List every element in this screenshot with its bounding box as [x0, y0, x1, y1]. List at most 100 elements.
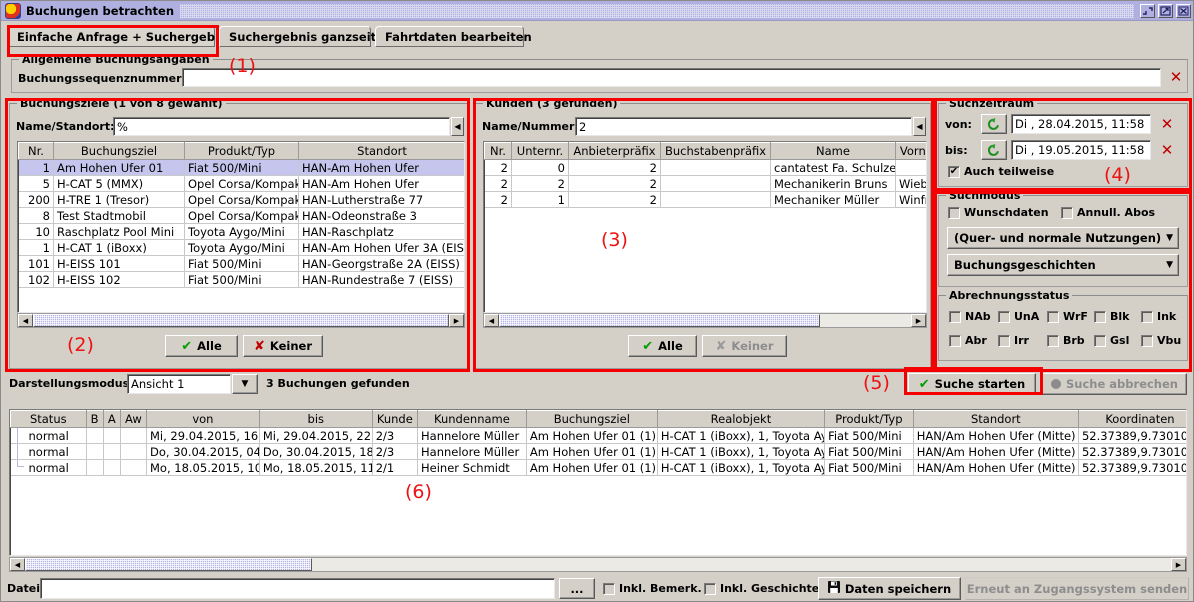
seq-number-input[interactable]	[182, 68, 1161, 87]
save-data-button[interactable]: Daten speichern	[818, 577, 961, 600]
table-row[interactable]: 2 2 2 Mechanikerin Bruns Wiebke	[484, 175, 926, 192]
table-row[interactable]: 101 H-EISS 101 Fiat 500/Mini HAN-Georgst…	[18, 255, 464, 272]
scroll-right-icon[interactable]: ▶	[911, 314, 926, 327]
period-partial-checkbox[interactable]: ✔ Auch teilweise	[948, 165, 1054, 178]
scroll-left-icon[interactable]: ◀	[10, 558, 25, 571]
table-row[interactable]: normal Mo, 18.05.2015, 10:00 Mo, 18.05.2…	[10, 459, 1186, 476]
th-produkt-typ[interactable]: Produkt/Typ	[824, 410, 914, 428]
table-row[interactable]: 2 1 2 Mechaniker Müller Winfried	[484, 191, 926, 208]
scroll-right-icon[interactable]: ▶	[1171, 558, 1186, 571]
close-icon[interactable]	[1176, 3, 1191, 18]
th-buchungsziel[interactable]: Buchungsziel	[525, 410, 658, 428]
minimize-icon[interactable]	[1140, 3, 1155, 18]
maximize-icon[interactable]	[1158, 3, 1173, 18]
th-vorname[interactable]: Vorname	[895, 142, 926, 160]
resend-access-system-button[interactable]: Erneut an Zugangssystem senden	[965, 577, 1189, 600]
th-von[interactable]: von	[146, 410, 260, 428]
clear-x-icon[interactable]: ✕	[1155, 114, 1179, 134]
th-standort[interactable]: Standort	[912, 410, 1079, 428]
tab-suchergebnis-ganzseitig[interactable]: Suchergebnis ganzseitig	[219, 26, 388, 47]
billing-checkbox-brb[interactable]: Brb	[1047, 334, 1085, 347]
th-realobjekt[interactable]: Realobjekt	[656, 410, 826, 428]
refresh-green-arrow-icon[interactable]	[981, 140, 1007, 160]
billing-checkbox-wrf[interactable]: WrF	[1047, 310, 1088, 323]
scroll-track[interactable]	[499, 314, 911, 327]
scroll-thumb[interactable]	[33, 314, 449, 327]
table-row[interactable]: normal Do, 30.04.2015, 04:00 Do, 30.04.2…	[10, 443, 1186, 460]
customers-filter-input[interactable]: 2	[575, 117, 912, 136]
targets-select-all-button[interactable]: ✔ Alle	[165, 335, 238, 357]
scroll-track[interactable]	[33, 314, 449, 327]
scroll-thumb[interactable]	[499, 314, 821, 327]
table-row[interactable]: 10 Raschplatz Pool Mini Toyota Aygo/Mini…	[18, 223, 464, 240]
period-to-input[interactable]: Di , 19.05.2015, 11:58	[1011, 140, 1151, 160]
period-from-input[interactable]: Di , 28.04.2015, 11:58	[1011, 114, 1151, 134]
chevron-down-icon[interactable]: ▼	[232, 374, 258, 394]
billing-checkbox-irr[interactable]: Irr	[998, 334, 1029, 347]
table-row[interactable]: 2 0 2 cantatest Fa. Schulze	[484, 159, 926, 176]
table-row[interactable]: 102 H-EISS 102 Fiat 500/Mini HAN-Rundest…	[18, 271, 464, 288]
targets-filter-label: Name/Standort:	[16, 120, 115, 133]
table-row[interactable]: 5 H-CAT 5 (MMX) Opel Corsa/Kompakt HAN-A…	[18, 175, 464, 192]
clear-x-icon[interactable]: ✕	[1167, 67, 1185, 87]
th-standort[interactable]: Standort	[298, 142, 464, 160]
th-kunde[interactable]: Kunde	[371, 410, 419, 428]
collapse-left-icon[interactable]: ◀	[913, 117, 926, 136]
th-anbieterpraefix[interactable]: Anbieterpräfix	[568, 142, 661, 160]
th-aw[interactable]: Aw	[119, 410, 148, 428]
table-row[interactable]: 1 Am Hohen Ufer 01 Fiat 500/Mini HAN-Am …	[18, 159, 464, 176]
history-type-select[interactable]: Buchungsgeschichten ▼	[947, 254, 1179, 276]
th-b[interactable]: B	[85, 410, 104, 428]
th-koordinaten[interactable]: Koordinaten	[1077, 410, 1186, 428]
scroll-right-icon[interactable]: ▶	[449, 314, 464, 327]
th-unternr[interactable]: Unternr.	[511, 142, 569, 160]
table-row[interactable]: 200 H-TRE 1 (Tresor) Opel Corsa/Kompakt …	[18, 191, 464, 208]
include-histories-checkbox[interactable]: Inkl. Geschichten	[704, 582, 827, 595]
th-kundenname[interactable]: Kundenname	[417, 410, 527, 428]
cancel-search-button[interactable]: Suche abbrechen	[1042, 373, 1187, 395]
th-bis[interactable]: bis	[258, 410, 373, 428]
th-produkt-typ[interactable]: Produkt/Typ	[184, 142, 299, 160]
tab-fahrtdaten-bearbeiten[interactable]: Fahrtdaten bearbeiten	[375, 26, 532, 47]
billing-checkbox-abr[interactable]: Abr	[949, 334, 987, 347]
include-remarks-checkbox[interactable]: Inkl. Bemerk.	[603, 582, 702, 595]
scroll-track[interactable]	[25, 558, 1171, 571]
scroll-thumb[interactable]	[25, 558, 312, 571]
table-row[interactable]: 1 H-CAT 1 (iBoxx) Toyota Aygo/Mini HAN-A…	[18, 239, 464, 256]
billing-checkbox-blk[interactable]: Blk	[1094, 310, 1129, 323]
billing-checkbox-vbu[interactable]: Vbu	[1141, 334, 1181, 347]
th-buchstabenpraefix[interactable]: Buchstabenpräfix	[660, 142, 771, 160]
view-mode-input[interactable]: Ansicht 1	[127, 374, 231, 394]
customers-hscrollbar[interactable]: ◀ ▶	[483, 313, 927, 328]
refresh-green-arrow-icon[interactable]	[981, 114, 1007, 134]
targets-filter-input[interactable]: %	[113, 117, 450, 136]
scroll-left-icon[interactable]: ◀	[18, 314, 33, 327]
wunschdaten-checkbox[interactable]: Wunschdaten	[948, 206, 1049, 219]
th-name[interactable]: Name	[770, 142, 896, 160]
scroll-left-icon[interactable]: ◀	[484, 314, 499, 327]
annull-abos-checkbox[interactable]: Annull. Abos	[1061, 206, 1155, 219]
table-row[interactable]: normal Mi, 29.04.2015, 16:30 Mi, 29.04.2…	[10, 427, 1186, 444]
th-nr[interactable]: Nr.	[484, 142, 512, 160]
th-nr[interactable]: Nr.	[18, 142, 54, 160]
table-row[interactable]: 8 Test Stadtmobil Opel Corsa/Kompakt HAN…	[18, 207, 464, 224]
customers-select-none-button[interactable]: ✘ Keiner	[702, 335, 787, 357]
th-buchungsziel[interactable]: Buchungsziel	[53, 142, 185, 160]
usage-type-select[interactable]: (Quer- und normale Nutzungen) ▼	[947, 227, 1179, 249]
billing-checkbox-una[interactable]: UnA	[998, 310, 1039, 323]
billing-checkbox-gsl[interactable]: Gsl	[1094, 334, 1129, 347]
targets-select-none-button[interactable]: ✘ Keiner	[243, 335, 323, 357]
start-search-button[interactable]: ✔ Suche starten	[908, 373, 1036, 395]
th-a[interactable]: A	[102, 410, 121, 428]
targets-hscrollbar[interactable]: ◀ ▶	[17, 313, 465, 328]
collapse-left-icon[interactable]: ◀	[451, 117, 464, 136]
billing-checkbox-ink[interactable]: Ink	[1141, 310, 1176, 323]
th-status[interactable]: Status	[10, 410, 87, 428]
clear-x-icon[interactable]: ✕	[1155, 140, 1179, 160]
file-input[interactable]	[40, 578, 555, 599]
results-hscrollbar[interactable]: ◀ ▶	[9, 557, 1187, 572]
billing-checkbox-nab[interactable]: NAb	[949, 310, 991, 323]
customers-select-all-button[interactable]: ✔ Alle	[628, 335, 697, 357]
tab-einfache-anfrage[interactable]: Einfache Anfrage + Suchergebnis	[7, 26, 234, 47]
browse-file-button[interactable]: ...	[559, 578, 595, 599]
